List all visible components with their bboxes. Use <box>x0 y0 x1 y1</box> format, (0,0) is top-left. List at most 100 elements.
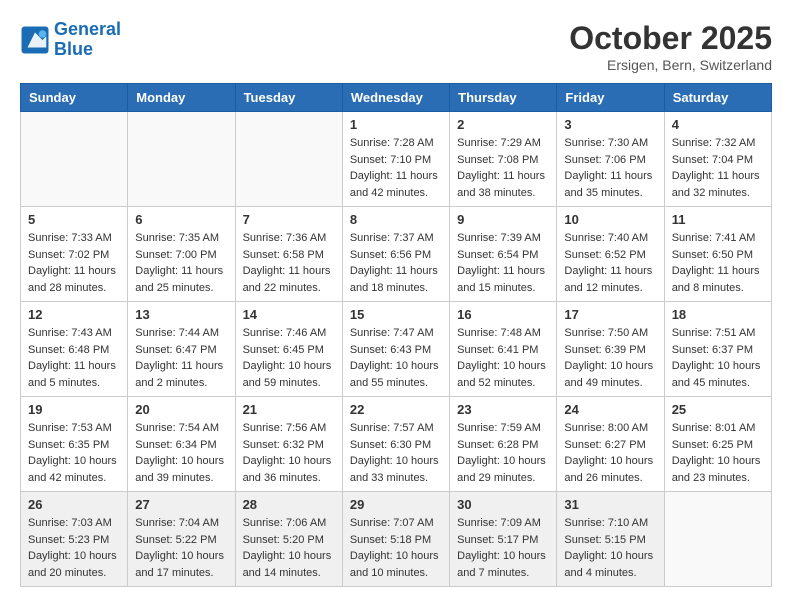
day-number: 20 <box>135 402 227 417</box>
day-info: Sunrise: 7:41 AMSunset: 6:50 PMDaylight:… <box>672 230 764 296</box>
day-number: 22 <box>350 402 442 417</box>
calendar-day-cell: 26Sunrise: 7:03 AMSunset: 5:23 PMDayligh… <box>21 492 128 587</box>
day-number: 25 <box>672 402 764 417</box>
day-info: Sunrise: 7:07 AMSunset: 5:18 PMDaylight:… <box>350 515 442 581</box>
day-number: 3 <box>564 117 656 132</box>
calendar-day-cell: 3Sunrise: 7:30 AMSunset: 7:06 PMDaylight… <box>557 112 664 207</box>
day-number: 13 <box>135 307 227 322</box>
day-number: 24 <box>564 402 656 417</box>
day-info: Sunrise: 7:32 AMSunset: 7:04 PMDaylight:… <box>672 135 764 201</box>
calendar-day-cell: 25 Sunrise: 8:01 AMSunset: 6:25 PMDayligh… <box>664 397 771 492</box>
day-info: Sunrise: 8:01 AMSunset: 6:25 PMDaylight:… <box>672 420 764 486</box>
day-number: 16 <box>457 307 549 322</box>
calendar-day-cell: 7 Sunrise: 7:36 AMSunset: 6:58 PMDaylight… <box>235 207 342 302</box>
logo: General Blue <box>20 20 121 60</box>
day-number: 8 <box>350 212 442 227</box>
day-of-week-header: Friday <box>557 84 664 112</box>
day-info: Sunrise: 7:47 AMSunset: 6:43 PMDaylight:… <box>350 325 442 391</box>
calendar-day-cell: 31 Sunrise: 7:10 AMSunset: 5:15 PMDayligh… <box>557 492 664 587</box>
day-info: Sunrise: 7:06 AMSunset: 5:20 PMDaylight:… <box>243 515 335 581</box>
logo-text: General Blue <box>54 20 121 60</box>
day-number: 18 <box>672 307 764 322</box>
day-number: 30 <box>457 497 549 512</box>
calendar-day-cell <box>128 112 235 207</box>
day-info: Sunrise: 7:09 AMSunset: 5:17 PMDaylight:… <box>457 515 549 581</box>
day-number: 11 <box>672 212 764 227</box>
day-of-week-header: Tuesday <box>235 84 342 112</box>
day-of-week-header: Monday <box>128 84 235 112</box>
day-number: 12 <box>28 307 120 322</box>
calendar-day-cell: 29 Sunrise: 7:07 AMSunset: 5:18 PMDayligh… <box>342 492 449 587</box>
day-info: Sunrise: 7:44 AMSunset: 6:47 PMDaylight:… <box>135 325 227 391</box>
day-info: Sunrise: 7:50 AMSunset: 6:39 PMDaylight:… <box>564 325 656 391</box>
calendar-day-cell <box>235 112 342 207</box>
calendar-day-cell: 5 Sunrise: 7:33 AMSunset: 7:02 PMDaylight… <box>21 207 128 302</box>
day-info: Sunrise: 7:59 AMSunset: 6:28 PMDaylight:… <box>457 420 549 486</box>
page-header: General Blue October 2025 Ersigen, Bern,… <box>20 20 772 73</box>
calendar-day-cell: 17Sunrise: 7:50 AMSunset: 6:39 PMDayligh… <box>557 302 664 397</box>
calendar-day-cell: 20 Sunrise: 7:54 AMSunset: 6:34 PMDayligh… <box>128 397 235 492</box>
day-info: Sunrise: 7:56 AMSunset: 6:32 PMDaylight:… <box>243 420 335 486</box>
calendar-week-row: 12 Sunrise: 7:43 AMSunset: 6:48 PMDayligh… <box>21 302 772 397</box>
day-info: Sunrise: 7:54 AMSunset: 6:34 PMDaylight:… <box>135 420 227 486</box>
logo-general: General <box>54 19 121 39</box>
day-info: Sunrise: 7:35 AMSunset: 7:00 PMDaylight:… <box>135 230 227 296</box>
calendar-table: SundayMondayTuesdayWednesdayThursdayFrid… <box>20 83 772 587</box>
title-block: October 2025 Ersigen, Bern, Switzerland <box>569 20 772 73</box>
calendar-day-cell: 28Sunrise: 7:06 AMSunset: 5:20 PMDayligh… <box>235 492 342 587</box>
day-number: 1 <box>350 117 442 132</box>
day-number: 5 <box>28 212 120 227</box>
day-number: 23 <box>457 402 549 417</box>
calendar-day-cell: 6Sunrise: 7:35 AMSunset: 7:00 PMDaylight… <box>128 207 235 302</box>
calendar-day-cell: 16 Sunrise: 7:48 AMSunset: 6:41 PMDayligh… <box>450 302 557 397</box>
day-number: 19 <box>28 402 120 417</box>
day-of-week-header: Wednesday <box>342 84 449 112</box>
day-info: Sunrise: 7:43 AMSunset: 6:48 PMDaylight:… <box>28 325 120 391</box>
day-info: Sunrise: 7:46 AMSunset: 6:45 PMDaylight:… <box>243 325 335 391</box>
day-info: Sunrise: 7:03 AMSunset: 5:23 PMDaylight:… <box>28 515 120 581</box>
day-number: 2 <box>457 117 549 132</box>
calendar-week-row: 26Sunrise: 7:03 AMSunset: 5:23 PMDayligh… <box>21 492 772 587</box>
calendar-week-row: 19 Sunrise: 7:53 AMSunset: 6:35 PMDayligh… <box>21 397 772 492</box>
day-info: Sunrise: 7:29 AMSunset: 7:08 PMDaylight:… <box>457 135 549 201</box>
calendar-day-cell: 8 Sunrise: 7:37 AMSunset: 6:56 PMDaylight… <box>342 207 449 302</box>
day-of-week-header: Thursday <box>450 84 557 112</box>
calendar-day-cell <box>21 112 128 207</box>
calendar-day-cell: 10Sunrise: 7:40 AMSunset: 6:52 PMDayligh… <box>557 207 664 302</box>
calendar-day-cell: 22Sunrise: 7:57 AMSunset: 6:30 PMDayligh… <box>342 397 449 492</box>
day-info: Sunrise: 7:53 AMSunset: 6:35 PMDaylight:… <box>28 420 120 486</box>
calendar-body: 1 Sunrise: 7:28 AMSunset: 7:10 PMDaylight… <box>21 112 772 587</box>
calendar-day-cell: 13 Sunrise: 7:44 AMSunset: 6:47 PMDayligh… <box>128 302 235 397</box>
calendar-day-cell: 23 Sunrise: 7:59 AMSunset: 6:28 PMDayligh… <box>450 397 557 492</box>
day-info: Sunrise: 7:33 AMSunset: 7:02 PMDaylight:… <box>28 230 120 296</box>
calendar-day-cell: 4Sunrise: 7:32 AMSunset: 7:04 PMDaylight… <box>664 112 771 207</box>
day-number: 7 <box>243 212 335 227</box>
day-info: Sunrise: 7:04 AMSunset: 5:22 PMDaylight:… <box>135 515 227 581</box>
day-info: Sunrise: 8:00 AMSunset: 6:27 PMDaylight:… <box>564 420 656 486</box>
day-number: 29 <box>350 497 442 512</box>
logo-blue: Blue <box>54 39 93 59</box>
calendar-day-cell: 1 Sunrise: 7:28 AMSunset: 7:10 PMDaylight… <box>342 112 449 207</box>
month-title: October 2025 <box>569 20 772 57</box>
day-number: 31 <box>564 497 656 512</box>
day-info: Sunrise: 7:51 AMSunset: 6:37 PMDaylight:… <box>672 325 764 391</box>
calendar-day-cell: 19 Sunrise: 7:53 AMSunset: 6:35 PMDayligh… <box>21 397 128 492</box>
calendar-week-row: 5 Sunrise: 7:33 AMSunset: 7:02 PMDaylight… <box>21 207 772 302</box>
calendar-day-cell: 24 Sunrise: 8:00 AMSunset: 6:27 PMDayligh… <box>557 397 664 492</box>
day-info: Sunrise: 7:48 AMSunset: 6:41 PMDaylight:… <box>457 325 549 391</box>
day-info: Sunrise: 7:37 AMSunset: 6:56 PMDaylight:… <box>350 230 442 296</box>
calendar-day-cell: 15 Sunrise: 7:47 AMSunset: 6:43 PMDayligh… <box>342 302 449 397</box>
calendar-week-row: 1 Sunrise: 7:28 AMSunset: 7:10 PMDaylight… <box>21 112 772 207</box>
day-number: 10 <box>564 212 656 227</box>
calendar-day-cell: 27Sunrise: 7:04 AMSunset: 5:22 PMDayligh… <box>128 492 235 587</box>
day-info: Sunrise: 7:39 AMSunset: 6:54 PMDaylight:… <box>457 230 549 296</box>
day-info: Sunrise: 7:28 AMSunset: 7:10 PMDaylight:… <box>350 135 442 201</box>
day-of-week-header: Saturday <box>664 84 771 112</box>
day-info: Sunrise: 7:10 AMSunset: 5:15 PMDaylight:… <box>564 515 656 581</box>
calendar-day-cell: 2 Sunrise: 7:29 AMSunset: 7:08 PMDaylight… <box>450 112 557 207</box>
day-number: 15 <box>350 307 442 322</box>
day-info: Sunrise: 7:36 AMSunset: 6:58 PMDaylight:… <box>243 230 335 296</box>
calendar-day-cell: 21Sunrise: 7:56 AMSunset: 6:32 PMDayligh… <box>235 397 342 492</box>
days-of-week-row: SundayMondayTuesdayWednesdayThursdayFrid… <box>21 84 772 112</box>
calendar-day-cell: 9Sunrise: 7:39 AMSunset: 6:54 PMDaylight… <box>450 207 557 302</box>
